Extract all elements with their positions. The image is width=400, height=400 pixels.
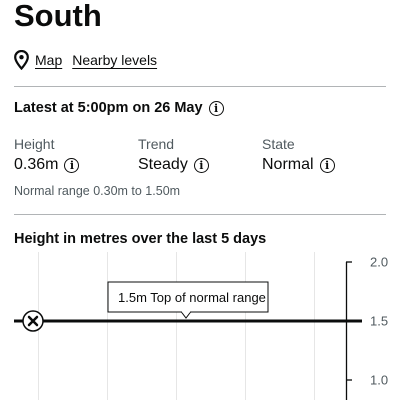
info-icon[interactable]: i [193,157,209,173]
info-icon[interactable]: i [64,157,80,173]
info-icon[interactable]: i [208,100,224,116]
y-tick-label: 1.5 [370,314,388,329]
y-tick-label: 1.0 [370,373,388,388]
state-value: Normal [262,156,314,173]
trend-label: Trend [138,136,175,152]
close-x-icon[interactable] [22,310,44,332]
nearby-levels-link[interactable]: Nearby levels [72,52,157,68]
latest-reading-heading: Latest at 5:00pm on 26 May i [14,100,224,116]
state-value-row: Normal i [262,154,335,176]
station-links: Map Nearby levels [14,50,157,70]
height-value: 0.36m [14,156,59,173]
chart-title: Height in metres over the last 5 days [14,231,267,247]
trend-value: Steady [138,156,188,173]
divider [14,214,386,215]
state-label: State [262,136,295,152]
height-stat: Height 0.36m i [14,135,80,176]
trend-stat: Trend Steady i [138,135,209,176]
info-icon[interactable]: i [319,157,335,173]
map-pin-icon [14,50,29,70]
trend-value-row: Steady i [138,154,209,176]
chart-tooltip: 1.5m Top of normal range [107,281,269,319]
latest-reading-text: Latest at 5:00pm on 26 May [14,100,203,116]
river-level-chart[interactable]: 2.0 1.5 1.0 1.5m Top of normal range [0,252,400,400]
state-stat: State Normal i [262,135,335,176]
map-link[interactable]: Map [35,52,62,68]
height-value-row: 0.36m i [14,154,80,176]
y-tick-label: 2.0 [370,255,388,270]
height-label: Height [14,136,55,152]
divider [14,86,386,87]
chart-grid [38,252,315,400]
normal-range-text: Normal range 0.30m to 1.50m [14,184,181,198]
tooltip-text: 1.5m Top of normal range [118,290,266,305]
station-title: South [14,0,102,33]
